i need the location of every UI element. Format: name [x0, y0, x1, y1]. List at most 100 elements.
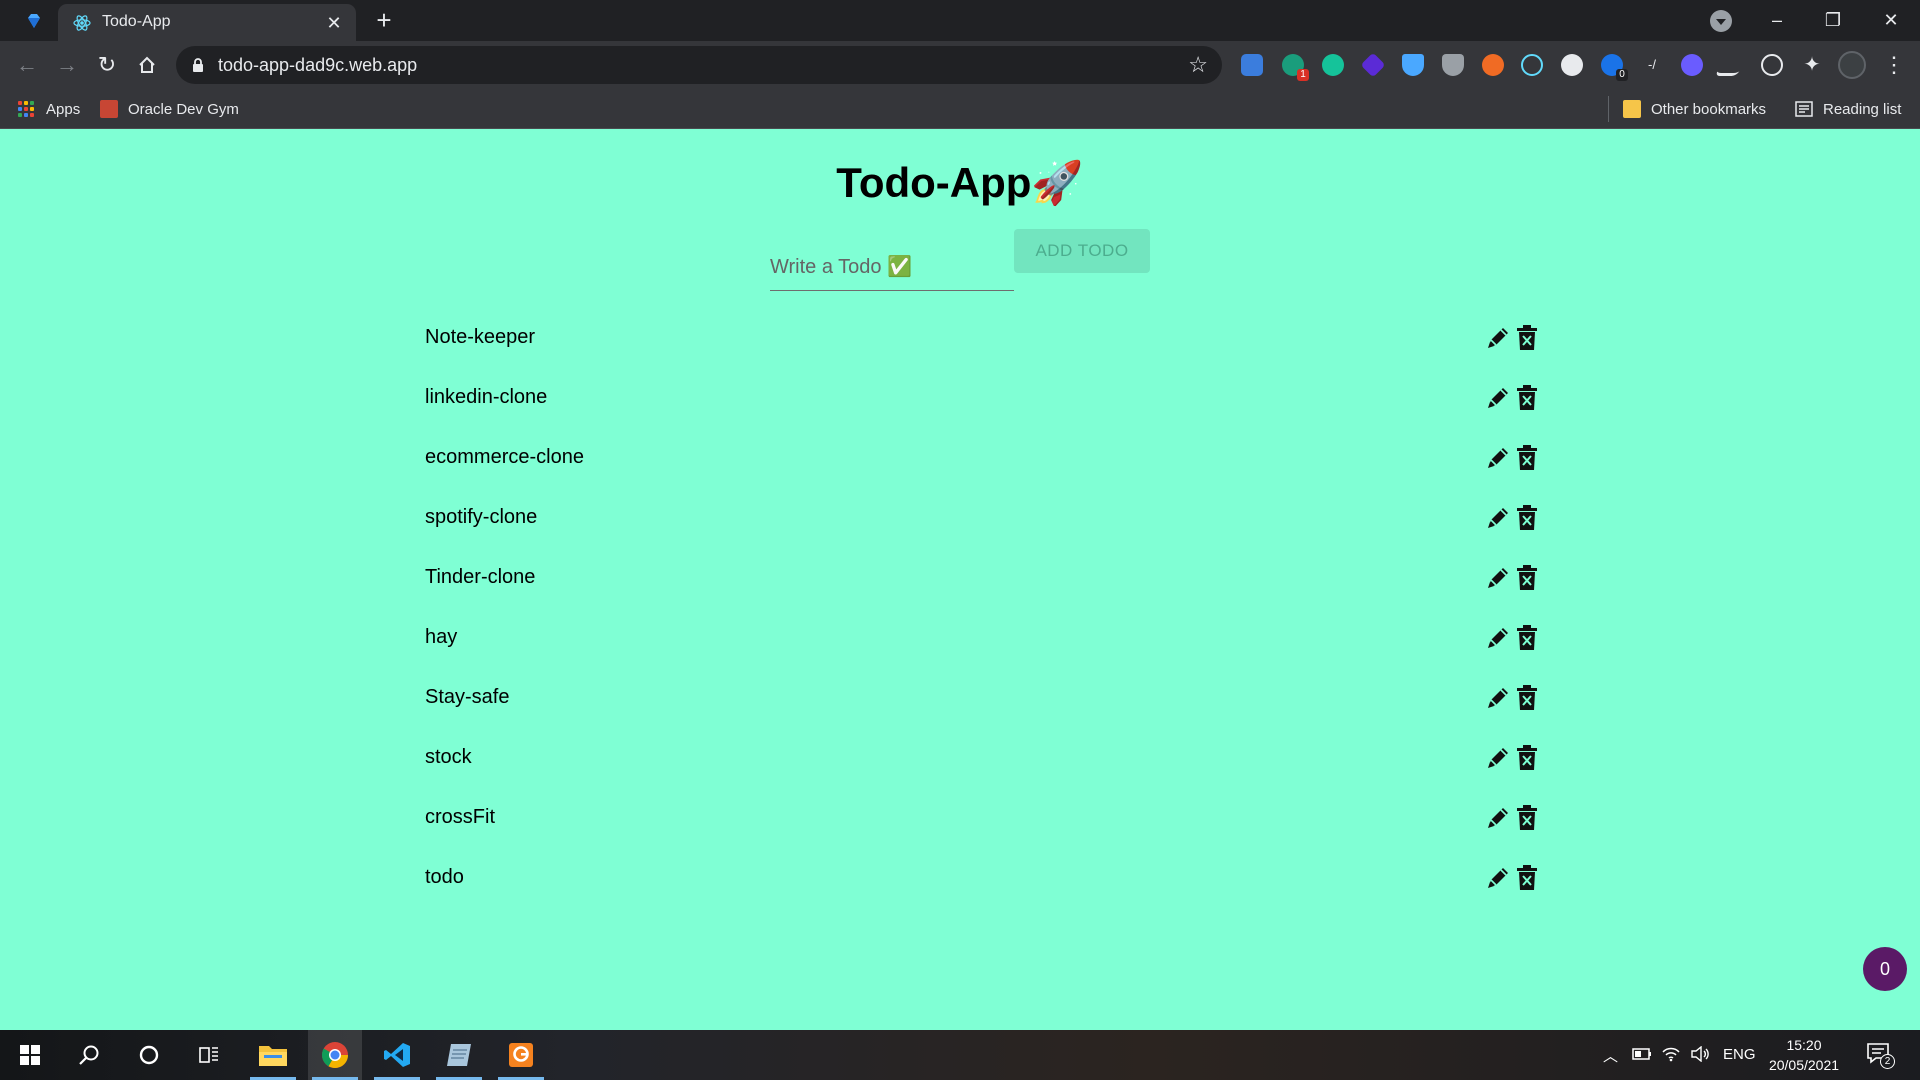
bookmark-label: Other bookmarks — [1651, 100, 1767, 118]
extension-icon-11[interactable]: -/ — [1641, 54, 1663, 76]
bookmark-apps[interactable]: Apps — [18, 97, 80, 121]
todo-text: linkedin-clone — [425, 386, 548, 408]
bookmark-label: Reading list — [1823, 100, 1902, 118]
edit-pencil-icon[interactable] — [1484, 504, 1512, 532]
extension-icon-2[interactable]: 1 — [1282, 54, 1309, 81]
edit-pencil-icon[interactable] — [1484, 384, 1512, 412]
edit-pencil-icon[interactable] — [1484, 564, 1512, 592]
delete-trash-icon[interactable] — [1514, 804, 1540, 832]
avatar[interactable] — [1838, 51, 1866, 79]
todo-form: ADD TODO — [770, 229, 1150, 291]
extension-icon-4[interactable] — [1360, 52, 1386, 78]
todo-input[interactable] — [770, 235, 1014, 291]
search-button[interactable] — [62, 1030, 116, 1080]
minimize-button[interactable]: – — [1754, 6, 1800, 34]
network-icon[interactable] — [1662, 1046, 1680, 1062]
diamond-icon — [28, 14, 40, 28]
bookmark-other-bookmarks[interactable]: Other bookmarks — [1623, 97, 1766, 121]
tab-title: Todo-App — [102, 13, 171, 30]
cortana-button[interactable] — [122, 1030, 176, 1080]
translate-extension-icon[interactable] — [1241, 54, 1263, 76]
bookmark-star-icon[interactable]: ☆ — [1188, 52, 1208, 78]
puzzle-icon[interactable]: ✦ — [1801, 54, 1823, 76]
url-text: todo-app-dad9c.web.app — [218, 55, 418, 75]
grammarly-icon[interactable] — [1322, 54, 1344, 76]
home-icon — [139, 56, 155, 73]
delete-trash-icon[interactable] — [1514, 864, 1540, 892]
extension-badge: 1 — [1297, 69, 1309, 81]
forward-button[interactable]: → — [51, 49, 83, 81]
folder-icon — [259, 1046, 287, 1066]
taskbar-pdf-app[interactable] — [494, 1030, 548, 1080]
extension-icon-9[interactable] — [1561, 54, 1583, 76]
todo-text: crossFit — [425, 806, 495, 828]
extension-icon-10[interactable]: 0 — [1601, 54, 1628, 81]
close-tab-icon[interactable]: ✕ — [324, 13, 344, 33]
delete-trash-icon[interactable] — [1514, 504, 1540, 532]
bookmark-reading-list[interactable]: Reading list — [1795, 97, 1901, 121]
vscode-icon — [384, 1043, 410, 1067]
bookmark-oracle-dev-gym[interactable]: Oracle Dev Gym — [100, 97, 239, 121]
todo-item: Note-keeper — [424, 314, 1540, 374]
browser-toolbar: ← → ↻ todo-app-dad9c.web.app ☆ 1 0 -/ ✦ … — [0, 41, 1920, 89]
more-menu-icon[interactable]: ⋮ — [1883, 50, 1905, 80]
add-todo-button[interactable]: ADD TODO — [1014, 229, 1150, 273]
delete-trash-icon[interactable] — [1514, 444, 1540, 472]
home-button[interactable] — [131, 49, 163, 81]
bookmark-label: Apps — [46, 100, 81, 118]
edit-pencil-icon[interactable] — [1484, 444, 1512, 472]
taskbar-chrome[interactable] — [308, 1030, 362, 1080]
clock-date: 20/05/2021 — [1768, 1057, 1840, 1073]
delete-trash-icon[interactable] — [1514, 744, 1540, 772]
taskbar-file-explorer[interactable] — [246, 1030, 300, 1080]
task-view-button[interactable] — [182, 1030, 236, 1080]
show-hidden-icons[interactable]: ︿ — [1603, 1045, 1618, 1066]
language-indicator[interactable]: ENG — [1723, 1046, 1756, 1063]
tab-search-icon[interactable] — [1710, 10, 1732, 32]
pinned-tab[interactable] — [18, 8, 50, 34]
new-tab-button[interactable]: + — [370, 7, 398, 34]
react-icon — [73, 15, 91, 31]
delete-trash-icon[interactable] — [1514, 624, 1540, 652]
todo-text: todo — [425, 866, 464, 888]
delete-trash-icon[interactable] — [1514, 324, 1540, 352]
address-bar[interactable]: todo-app-dad9c.web.app ☆ — [176, 46, 1222, 84]
active-tab[interactable]: Todo-App ✕ — [58, 4, 356, 41]
apps-grid-icon — [18, 101, 34, 117]
battery-icon[interactable] — [1632, 1047, 1652, 1061]
edit-pencil-icon[interactable] — [1484, 684, 1512, 712]
edit-pencil-icon[interactable] — [1484, 744, 1512, 772]
edit-pencil-icon[interactable] — [1484, 624, 1512, 652]
delete-trash-icon[interactable] — [1514, 684, 1540, 712]
edit-pencil-icon[interactable] — [1484, 324, 1512, 352]
edit-pencil-icon[interactable] — [1484, 864, 1512, 892]
edit-pencil-icon[interactable] — [1484, 804, 1512, 832]
oracle-icon — [100, 100, 118, 118]
diamond-extension-icon[interactable] — [1402, 54, 1424, 76]
back-button[interactable]: ← — [11, 49, 43, 81]
start-button[interactable] — [3, 1030, 57, 1080]
folder-icon — [1623, 100, 1641, 118]
action-center-button[interactable]: 2 — [1866, 1042, 1895, 1069]
delete-trash-icon[interactable] — [1514, 564, 1540, 592]
pen-extension-icon[interactable] — [1714, 54, 1750, 76]
system-clock[interactable]: 15:20 20/05/2021 — [1760, 1035, 1848, 1075]
delete-trash-icon[interactable] — [1514, 384, 1540, 412]
taskbar-notes-app[interactable] — [432, 1030, 486, 1080]
shield-extension-icon[interactable] — [1442, 54, 1464, 76]
restore-button[interactable]: ❐ — [1810, 6, 1856, 34]
extension-icon-7[interactable] — [1482, 54, 1504, 76]
floating-counter-button[interactable]: 0 — [1863, 947, 1907, 991]
clock-time: 15:20 — [1786, 1037, 1822, 1053]
bookmarks-bar: Apps Oracle Dev Gym Other bookmarks Read… — [0, 89, 1920, 129]
target-extension-icon[interactable] — [1761, 54, 1783, 76]
volume-icon[interactable] — [1690, 1046, 1710, 1062]
reload-button[interactable]: ↻ — [91, 49, 123, 81]
close-window-button[interactable]: ✕ — [1868, 6, 1914, 34]
task-view-icon — [199, 1047, 218, 1063]
extension-badge: 0 — [1616, 69, 1628, 81]
taskbar-vscode[interactable] — [370, 1030, 424, 1080]
extension-icon-12[interactable] — [1681, 54, 1703, 76]
chrome-icon — [321, 1042, 349, 1069]
react-devtools-icon[interactable] — [1521, 54, 1543, 76]
